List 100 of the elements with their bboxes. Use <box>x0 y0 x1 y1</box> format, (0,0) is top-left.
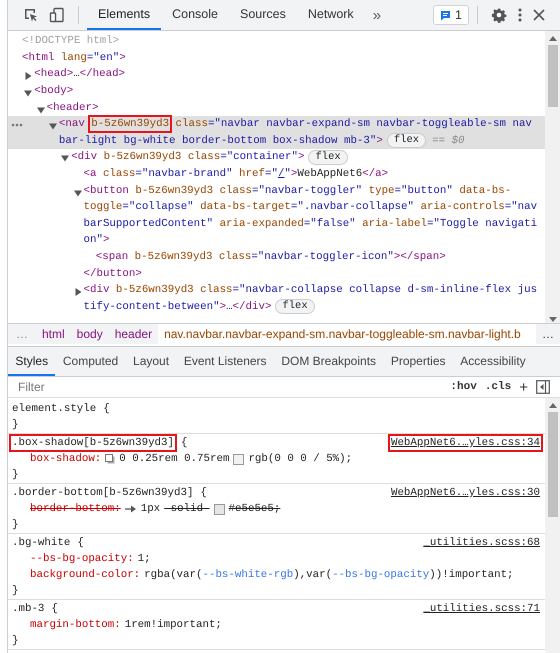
sidebar-tab[interactable]: Properties <box>383 347 453 376</box>
code-line[interactable]: <nav <box>58 118 92 130</box>
css-variable[interactable]: --bs-bg-opacity <box>332 569 430 581</box>
disclosure-triangle-icon[interactable] <box>61 154 70 162</box>
code-line[interactable]: barSupportedContent" aria-expanded="false" aria-label="Toggle navigati <box>84 218 538 230</box>
sidebar-tab[interactable]: Styles <box>8 347 56 376</box>
disclosure-triangle-icon[interactable] <box>24 89 32 98</box>
inspect-icon[interactable] <box>23 7 39 23</box>
open-brace: { <box>51 603 58 615</box>
scrollbar-thumb[interactable] <box>548 412 558 517</box>
code-line[interactable]: on"> <box>84 234 110 246</box>
ellipsis-icon[interactable] <box>11 122 23 127</box>
css-value[interactable]: rgba(var( <box>144 569 202 581</box>
breadcrumb[interactable]: html <box>36 324 71 344</box>
code-line[interactable]: <html lang="en"> <box>22 52 126 64</box>
class-button[interactable]: .cls <box>484 381 512 393</box>
open-brace: { <box>103 403 110 415</box>
css-value[interactable]: 1px <box>140 503 160 515</box>
issues-button[interactable]: 1 <box>433 5 469 25</box>
panel-tab[interactable]: Elements <box>87 0 162 30</box>
css-value[interactable]: 1rem!important; <box>124 619 222 631</box>
scroll-up-icon[interactable] <box>548 402 556 408</box>
code-line[interactable]: tify-content-between">…</div> <box>84 300 272 313</box>
device-toolbar-icon[interactable] <box>49 7 65 23</box>
css-property[interactable]: border-bottom: <box>30 503 121 515</box>
breadcrumb[interactable]: nav.navbar.navbar-expand-sm.navbar-toggleable-sm.navbar-light.b <box>158 324 536 344</box>
flex-badge[interactable]: flex <box>308 150 348 165</box>
css-value[interactable]: solid <box>164 503 210 515</box>
sidebar-toggle-icon[interactable] <box>536 380 550 394</box>
expand-arrow-icon[interactable] <box>124 505 137 513</box>
code-line[interactable]: toggle="collapse" data-bs-target=".navbar-collapse" aria-controls="nav <box>84 201 538 214</box>
code-line[interactable]: bar-light bg-white border-bottom box-shadow mb-3"> <box>58 134 383 147</box>
panel-tab[interactable]: Sources <box>228 0 297 30</box>
color-swatch[interactable] <box>214 504 225 514</box>
flex-badge[interactable]: flex <box>275 299 315 314</box>
css-property[interactable]: box-shadow: <box>30 453 102 465</box>
css-property[interactable]: background-color: <box>30 569 140 581</box>
close-brace: } <box>12 585 18 597</box>
source-link[interactable]: WebAppNet6.…yles.css:30 <box>388 484 543 502</box>
source-link[interactable]: WebAppNet6.…yles.css:34 <box>388 434 543 452</box>
scrollbar[interactable] <box>545 31 560 323</box>
message-icon <box>440 10 452 20</box>
highlighted-attribute: b-5z6wn39yd3 <box>91 118 170 130</box>
panel-tab[interactable]: Console <box>161 0 229 30</box>
shadow-editor-icon[interactable] <box>105 454 116 464</box>
more-tabs-button[interactable]: » <box>364 6 390 24</box>
sidebar-tab[interactable]: Layout <box>126 347 176 376</box>
sidebar-tab[interactable]: Computed <box>55 347 126 376</box>
css-selector[interactable]: .mb-3 <box>9 600 48 618</box>
scrollbar[interactable] <box>545 398 560 653</box>
code-line[interactable]: <div b-5z6wn39yd3 class="container"> <box>71 151 304 164</box>
settings-icon[interactable] <box>491 7 507 23</box>
disclosure-triangle-icon[interactable] <box>48 122 57 130</box>
css-value[interactable]: 1; <box>138 553 151 565</box>
css-selector[interactable]: element.style <box>9 400 100 418</box>
css-variable[interactable]: --bs-white-rgb <box>202 569 294 581</box>
selected-marker: == $0 <box>432 134 464 147</box>
css-value[interactable]: ))!important; <box>429 569 514 581</box>
code-line[interactable]: class="navbar navbar-expand-sm navbar-toggleable-sm nav <box>169 118 532 130</box>
scrollbar-thumb[interactable] <box>548 45 558 107</box>
sidebar-tab[interactable]: Accessibility <box>452 347 534 376</box>
css-value[interactable]: 0 0.25rem 0.75rem <box>119 453 230 465</box>
disclosure-triangle-icon[interactable] <box>24 72 32 80</box>
close-brace: } <box>12 469 18 481</box>
sidebar-tab[interactable]: Event Listeners <box>176 347 274 376</box>
css-selector[interactable]: .bg-white <box>9 534 74 552</box>
css-value[interactable]: #e5e5e5; <box>228 503 280 515</box>
code-line[interactable]: <div b-5z6wn39yd3 class="navbar-collapse collapse d-sm-inline-flex jus <box>84 284 538 296</box>
breadcrumb[interactable]: body <box>70 324 109 344</box>
code-line[interactable]: <head>…</head> <box>34 68 126 80</box>
disclosure-triangle-icon[interactable] <box>36 106 45 114</box>
open-brace: { <box>180 437 188 449</box>
css-selector[interactable]: .border-bottom[b-5z6wn39yd3] <box>9 484 196 502</box>
source-link[interactable]: _utilities.scss:68 <box>420 534 543 552</box>
code-line[interactable]: <header> <box>46 102 98 114</box>
flex-badge[interactable]: flex <box>386 133 426 148</box>
disclosure-triangle-icon[interactable] <box>74 288 82 296</box>
scroll-up-icon[interactable] <box>548 35 556 41</box>
css-property[interactable]: --bs-bg-opacity: <box>30 553 134 565</box>
more-options-icon[interactable] <box>517 7 523 23</box>
css-property[interactable]: margin-bottom: <box>30 619 121 631</box>
breadcrumb-overflow[interactable]: … <box>536 324 560 344</box>
close-brace: } <box>12 419 18 431</box>
css-selector[interactable]: .box-shadow[b-5z6wn39yd3] <box>9 434 177 452</box>
code-line[interactable]: <a class="navbar-brand" href="/">WebAppNet6</a> <box>84 168 388 180</box>
css-value[interactable]: rgb(0 0 0 / 5%); <box>248 453 352 465</box>
code-line[interactable]: <span b-5z6wn39yd3 class="navbar-toggler-icon"></span> <box>96 251 446 264</box>
code-line[interactable]: <body> <box>34 85 74 98</box>
css-value[interactable]: ),var( <box>293 569 332 581</box>
disclosure-triangle-icon[interactable] <box>74 188 82 197</box>
new-rule-button[interactable]: + <box>519 378 528 396</box>
panel-tab[interactable]: Network <box>296 0 365 30</box>
open-brace: { <box>77 537 84 549</box>
breadcrumb[interactable]: header <box>108 324 158 344</box>
code-line[interactable]: <button b-5z6wn39yd3 class="navbar-toggler" type="button" data-bs- <box>84 184 512 197</box>
close-icon[interactable] <box>533 9 545 21</box>
source-link[interactable]: _utilities.scss:71 <box>420 600 543 618</box>
hover-state-button[interactable]: :hov <box>450 381 477 393</box>
color-swatch[interactable] <box>233 454 244 464</box>
sidebar-tab[interactable]: DOM Breakpoints <box>274 347 384 376</box>
